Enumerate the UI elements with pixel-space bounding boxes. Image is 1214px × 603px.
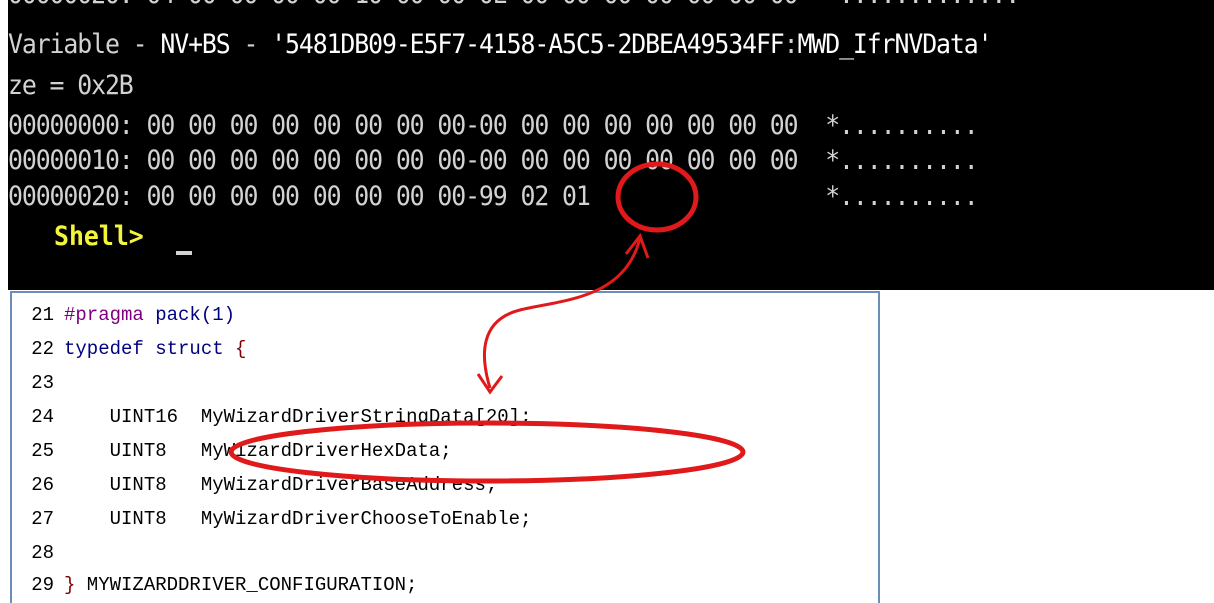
line-number: 26: [31, 474, 54, 496]
shell-prompt[interactable]: Shell>: [54, 222, 159, 252]
code-line: 24 UINT16 MyWizardDriverStringData[20];: [12, 405, 532, 429]
code-line: 28: [12, 541, 64, 565]
variable-separator: -: [229, 29, 272, 60]
field-type: UINT8: [64, 508, 167, 530]
hex-dump-partial-row: 00000020: 04 00 00 00 00 10 00 00 0E 00 …: [8, 0, 1020, 10]
code-line: 22 typedef struct {: [12, 337, 246, 361]
line-number: 28: [31, 542, 54, 564]
line-number: 27: [31, 508, 54, 530]
code-line: 21 #pragma pack(1): [12, 303, 235, 327]
code-line: 27 UINT8 MyWizardDriverChooseToEnable;: [12, 507, 531, 531]
brace: }: [64, 574, 76, 596]
text-cursor: [176, 251, 192, 255]
variable-label: Variable -: [8, 29, 161, 60]
hex-dump-row: 00000010: 00 00 00 00 00 00 00 00-00 00 …: [8, 145, 979, 176]
line-number: 21: [31, 304, 54, 326]
line-number: 23: [31, 372, 54, 394]
field-declaration: MyWizardDriverStringData[20];: [178, 406, 532, 428]
hex-dump-row: 00000020: 00 00 00 00 00 00 00 00-99 02 …: [8, 181, 979, 212]
preprocessor-directive: #pragma: [64, 304, 144, 326]
field-type: UINT16: [64, 406, 179, 428]
brace: {: [223, 338, 247, 360]
variable-size-line: ze = 0x2B: [8, 70, 134, 101]
variable-name: MWD_IfrNVData': [797, 29, 993, 60]
field-type: UINT8: [64, 440, 167, 462]
code-line: 25 UINT8 MyWizardDriverHexData;: [12, 439, 452, 463]
variable-attributes: NV+BS: [160, 29, 230, 60]
variable-colon: :: [783, 29, 799, 60]
keyword: typedef struct: [64, 338, 224, 360]
code-line: 29} MYWIZARDDRIVER_CONFIGURATION;: [12, 573, 417, 597]
field-declaration: MyWizardDriverChooseToEnable;: [166, 508, 532, 530]
struct-name: MYWIZARDDRIVER_CONFIGURATION;: [75, 574, 418, 596]
line-number: 22: [31, 338, 54, 360]
line-number: 24: [31, 406, 54, 428]
field-declaration: MyWizardDriverHexData;: [166, 440, 452, 462]
code-line: 23: [12, 371, 64, 395]
uefi-shell-terminal: 00000020: 04 00 00 00 00 10 00 00 0E 00 …: [8, 0, 1214, 290]
field-type: UINT8: [64, 474, 167, 496]
variable-header-line: Variable - NV+BS - '5481DB09-E5F7-4158-A…: [8, 29, 993, 60]
line-number: 29: [31, 574, 54, 596]
code-line: 26 UINT8 MyWizardDriverBaseAddress;: [12, 473, 497, 497]
hex-dump-row: 00000000: 00 00 00 00 00 00 00 00-00 00 …: [8, 110, 979, 141]
code-text: pack(1): [143, 304, 236, 326]
source-code-panel: 21 #pragma pack(1) 22 typedef struct { 23 …: [10, 291, 880, 603]
line-number: 25: [31, 440, 54, 462]
variable-guid: '5481DB09-E5F7-4158-A5C5-2DBEA49534FF: [271, 29, 785, 60]
field-declaration: MyWizardDriverBaseAddress;: [166, 474, 498, 496]
